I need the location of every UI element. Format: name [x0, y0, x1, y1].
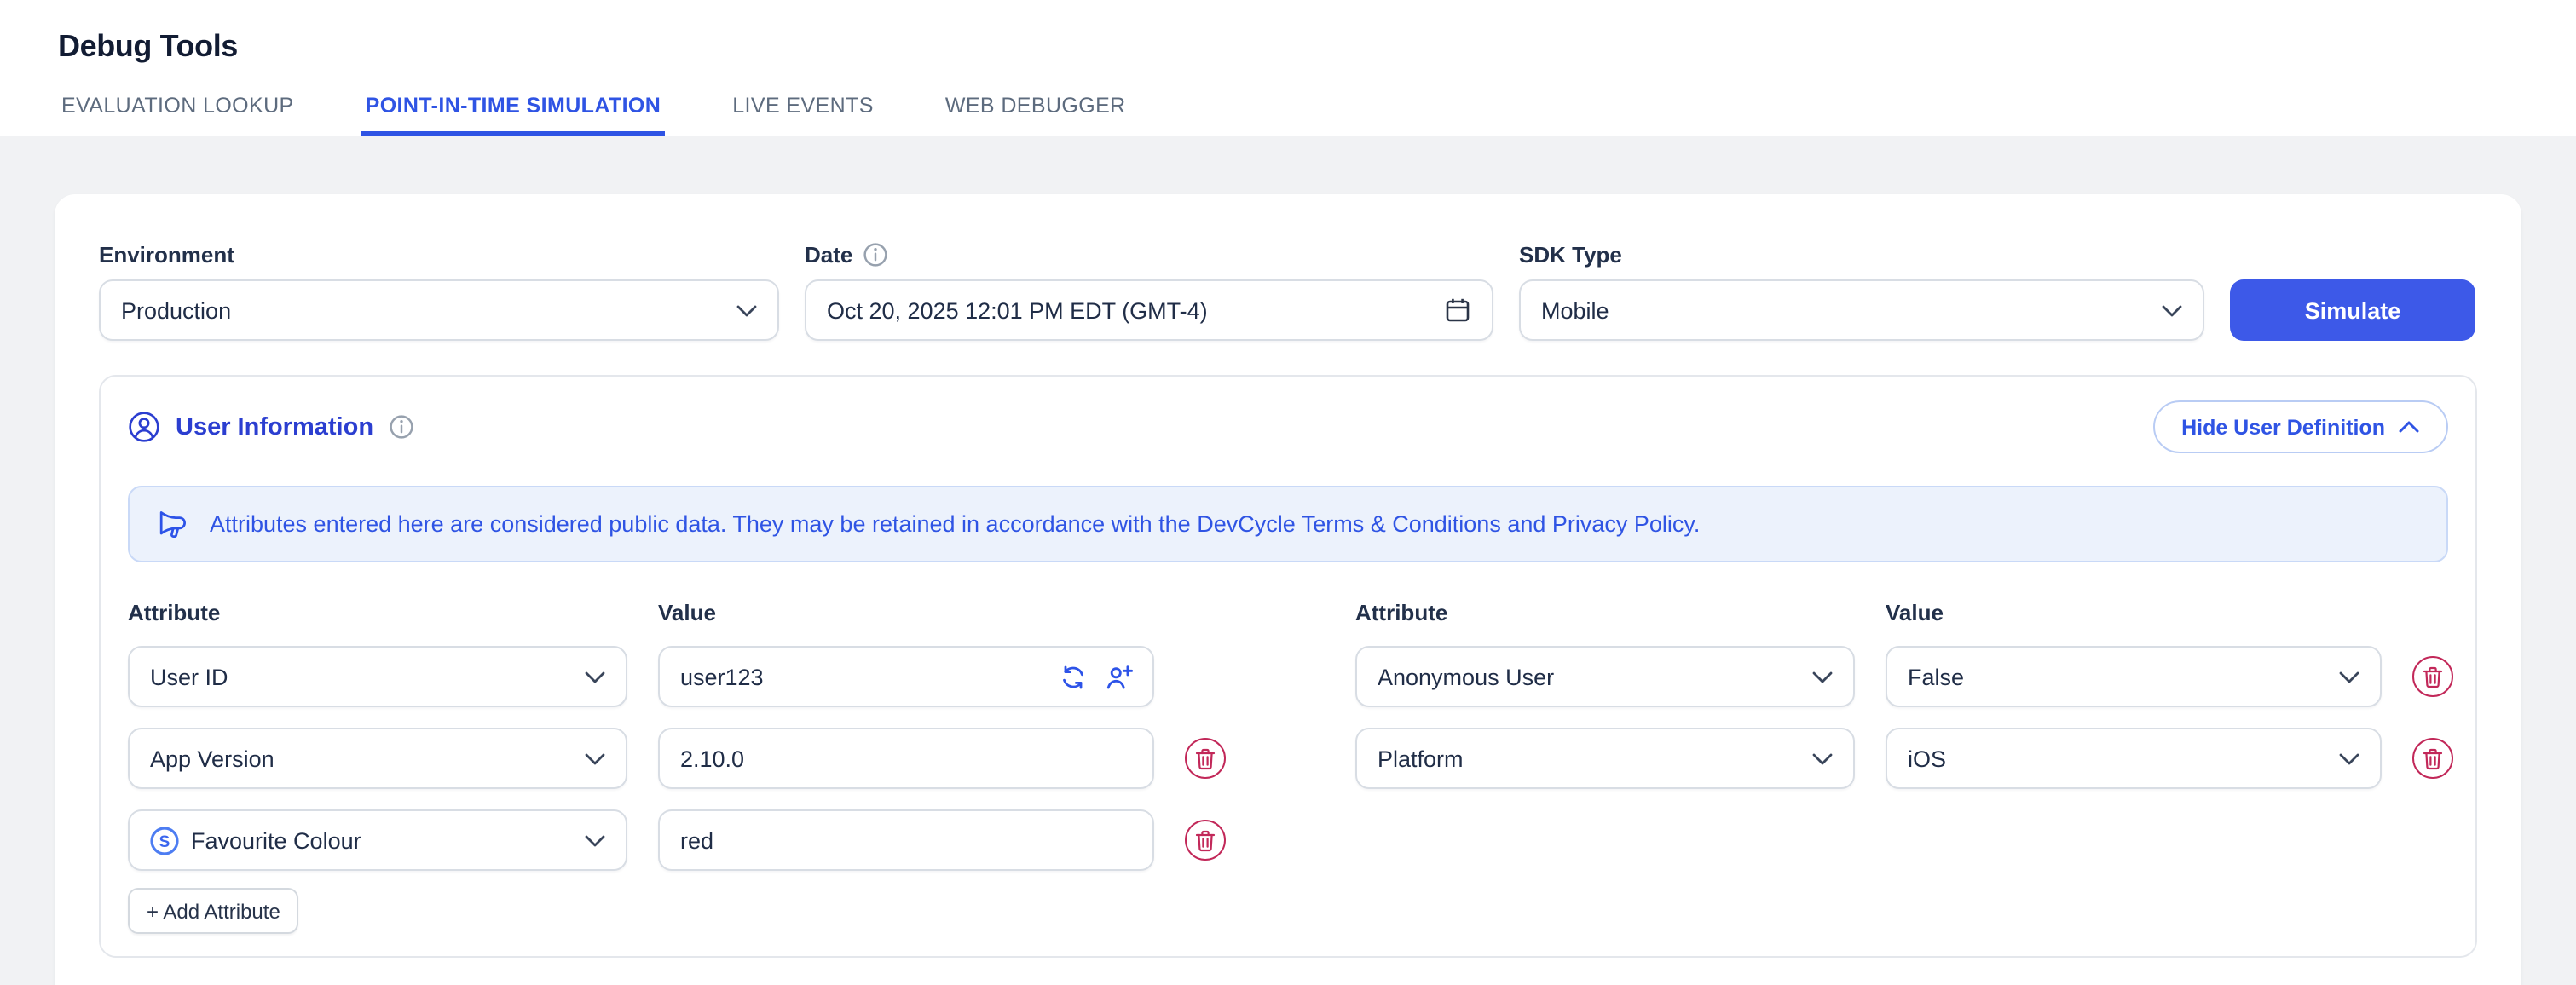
delete-attribute-button[interactable]	[2412, 656, 2453, 697]
chevron-up-icon	[2399, 421, 2419, 433]
attribute-select-anonymous-user[interactable]: Anonymous User	[1355, 646, 1855, 707]
user-circle-icon	[128, 411, 160, 443]
user-information-title: User Information	[176, 413, 373, 441]
page-body: Environment Production Date Oct 20, 2025…	[0, 136, 2576, 985]
date-input[interactable]: Oct 20, 2025 12:01 PM EDT (GMT-4)	[805, 279, 1493, 341]
user-information-header: User Information Hide User Definition	[128, 400, 2448, 453]
trash-icon	[2423, 665, 2443, 688]
public-data-banner-text: Attributes entered here are considered p…	[210, 511, 1700, 537]
lookup-user-button[interactable]	[1105, 664, 1134, 689]
delete-attribute-button[interactable]	[1185, 820, 1226, 861]
column-header-value: Value	[658, 602, 1154, 625]
tab-point-in-time-simulation[interactable]: POINT-IN-TIME SIMULATION	[362, 94, 665, 136]
header: Debug Tools EVALUATION LOOKUP POINT-IN-T…	[0, 0, 2576, 136]
user-id-input-actions	[1060, 648, 1134, 706]
sdk-type-field: SDK Type Mobile	[1519, 244, 2204, 341]
column-header-value: Value	[1886, 602, 2382, 625]
tab-bar: EVALUATION LOOKUP POINT-IN-TIME SIMULATI…	[58, 94, 1129, 136]
chevron-down-icon	[585, 671, 605, 683]
regenerate-user-id-button[interactable]	[1060, 664, 1086, 689]
calendar-icon[interactable]	[1444, 297, 1471, 324]
value-input-app-version	[658, 728, 1154, 789]
chevron-down-icon	[585, 752, 605, 764]
attribute-select-app-version[interactable]: App Version	[128, 728, 627, 789]
chevron-down-icon	[2162, 304, 2182, 316]
public-data-banner: Attributes entered here are considered p…	[128, 486, 2448, 562]
value-input-user-id	[658, 646, 1154, 707]
chevron-down-icon	[736, 304, 757, 316]
page-title: Debug Tools	[58, 27, 238, 65]
column-header-attribute: Attribute	[128, 602, 627, 625]
environment-field: Environment Production	[99, 244, 779, 341]
hide-user-definition-button[interactable]: Hide User Definition	[2152, 400, 2448, 453]
date-field: Date Oct 20, 2025 12:01 PM EDT (GMT-4)	[805, 242, 1493, 341]
favourite-colour-input[interactable]	[680, 827, 1132, 853]
column-header-attribute: Attribute	[1355, 602, 1855, 625]
sdk-type-value: Mobile	[1541, 297, 1609, 323]
app-version-input[interactable]	[680, 746, 1132, 771]
environment-value: Production	[121, 297, 231, 323]
person-add-icon	[1105, 664, 1134, 689]
chevron-down-icon	[1812, 752, 1833, 764]
chevron-down-icon	[585, 834, 605, 846]
trash-icon	[1195, 829, 1216, 851]
environment-select[interactable]: Production	[99, 279, 779, 341]
user-information-section: User Information Hide User Definition At…	[99, 375, 2477, 958]
trash-icon	[2423, 747, 2443, 769]
simulate-button[interactable]: Simulate	[2230, 279, 2475, 341]
date-label: Date	[805, 242, 1493, 268]
user-information-title-group: User Information	[128, 411, 414, 443]
attribute-select-platform[interactable]: Platform	[1355, 728, 1855, 789]
refresh-icon	[1060, 664, 1086, 689]
info-icon[interactable]	[389, 414, 414, 440]
tab-live-events[interactable]: LIVE EVENTS	[729, 94, 877, 136]
attributes-grid: Attribute Value Attribute Value User ID	[128, 602, 2448, 871]
tab-web-debugger[interactable]: WEB DEBUGGER	[942, 94, 1129, 136]
simulation-card: Environment Production Date Oct 20, 2025…	[55, 194, 2521, 985]
debug-tools-page: Debug Tools EVALUATION LOOKUP POINT-IN-T…	[0, 0, 2576, 985]
string-type-icon: S	[150, 826, 179, 855]
info-icon[interactable]	[863, 242, 888, 268]
svg-text:S: S	[159, 832, 170, 850]
sdk-type-select[interactable]: Mobile	[1519, 279, 2204, 341]
value-select-anonymous-user[interactable]: False	[1886, 646, 2382, 707]
attribute-select-favourite-colour[interactable]: S Favourite Colour	[128, 809, 627, 871]
date-value: Oct 20, 2025 12:01 PM EDT (GMT-4)	[827, 297, 1208, 323]
add-attribute-button[interactable]: + Add Attribute	[128, 888, 299, 934]
chevron-down-icon	[2339, 671, 2359, 683]
delete-attribute-button[interactable]	[2412, 738, 2453, 779]
value-select-platform[interactable]: iOS	[1886, 728, 2382, 789]
value-input-favourite-colour	[658, 809, 1154, 871]
chevron-down-icon	[1812, 671, 1833, 683]
attribute-select-user-id[interactable]: User ID	[128, 646, 627, 707]
megaphone-icon	[155, 508, 188, 540]
chevron-down-icon	[2339, 752, 2359, 764]
sdk-type-label: SDK Type	[1519, 244, 2204, 268]
trash-icon	[1195, 747, 1216, 769]
simulation-controls: Environment Production Date Oct 20, 2025…	[99, 242, 2477, 341]
tab-evaluation-lookup[interactable]: EVALUATION LOOKUP	[58, 94, 297, 136]
environment-label: Environment	[99, 244, 779, 268]
delete-attribute-button[interactable]	[1185, 738, 1226, 779]
